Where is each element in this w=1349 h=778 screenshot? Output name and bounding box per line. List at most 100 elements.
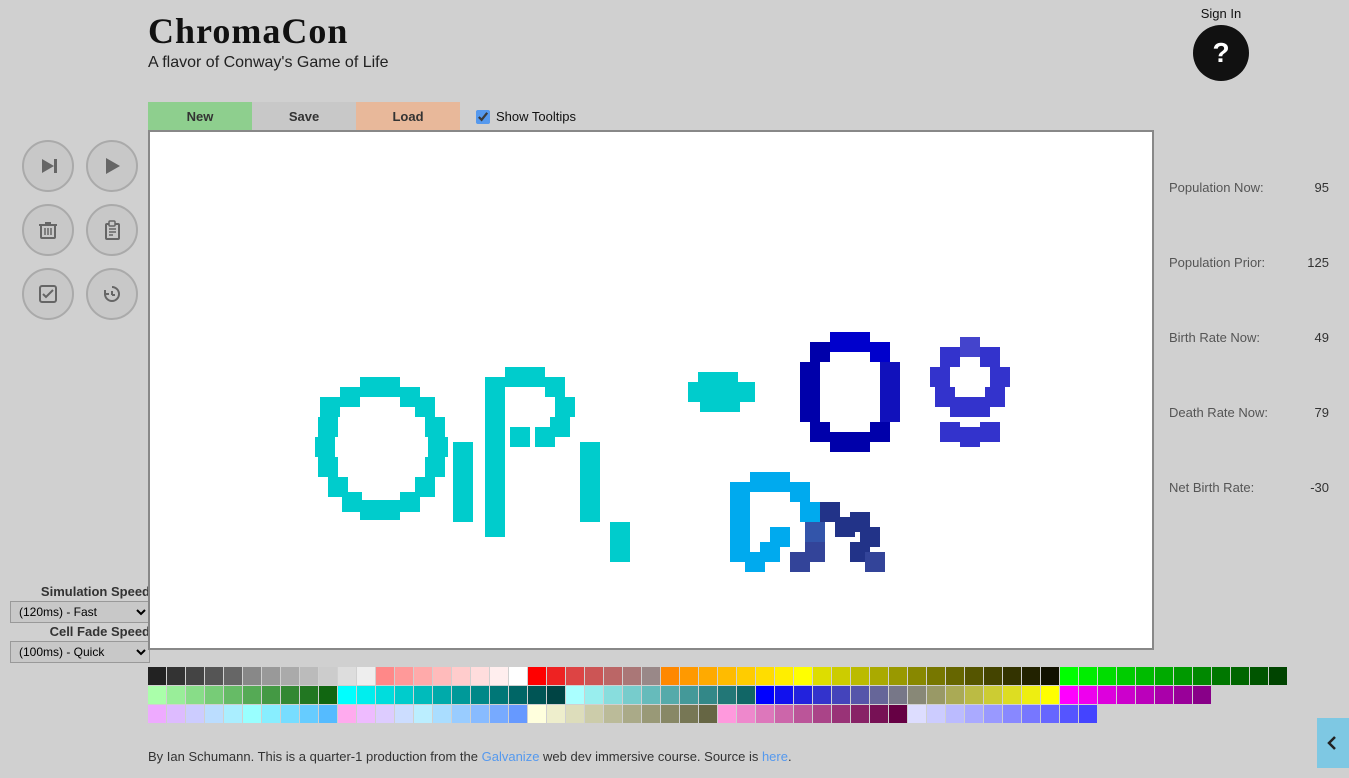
palette-cell[interactable] xyxy=(167,667,185,685)
paste-button[interactable] xyxy=(86,204,138,256)
palette-cell[interactable] xyxy=(395,667,413,685)
palette-cell[interactable] xyxy=(395,705,413,723)
palette-cell[interactable] xyxy=(1079,667,1097,685)
palette-cell[interactable] xyxy=(319,686,337,704)
palette-cell[interactable] xyxy=(718,705,736,723)
palette-cell[interactable] xyxy=(414,667,432,685)
palette-cell[interactable] xyxy=(338,705,356,723)
palette-cell[interactable] xyxy=(1041,705,1059,723)
palette-cell[interactable] xyxy=(1041,686,1059,704)
palette-cell[interactable] xyxy=(851,667,869,685)
palette-cell[interactable] xyxy=(490,705,508,723)
palette-cell[interactable] xyxy=(433,705,451,723)
palette-cell[interactable] xyxy=(832,705,850,723)
new-button[interactable]: New xyxy=(148,102,252,131)
palette-cell[interactable] xyxy=(224,705,242,723)
palette-cell[interactable] xyxy=(148,705,166,723)
palette-cell[interactable] xyxy=(262,686,280,704)
palette-cell[interactable] xyxy=(851,705,869,723)
palette-cell[interactable] xyxy=(813,667,831,685)
palette-cell[interactable] xyxy=(1022,705,1040,723)
palette-cell[interactable] xyxy=(604,686,622,704)
palette-cell[interactable] xyxy=(794,667,812,685)
palette-cell[interactable] xyxy=(623,686,641,704)
palette-cell[interactable] xyxy=(186,686,204,704)
palette-cell[interactable] xyxy=(927,705,945,723)
here-link[interactable]: here xyxy=(762,749,788,764)
palette-cell[interactable] xyxy=(1136,667,1154,685)
palette-cell[interactable] xyxy=(262,705,280,723)
palette-cell[interactable] xyxy=(528,705,546,723)
palette-cell[interactable] xyxy=(737,667,755,685)
palette-cell[interactable] xyxy=(1250,667,1268,685)
palette-cell[interactable] xyxy=(452,705,470,723)
palette-cell[interactable] xyxy=(509,667,527,685)
palette-cell[interactable] xyxy=(965,686,983,704)
palette-cell[interactable] xyxy=(851,686,869,704)
palette-cell[interactable] xyxy=(1098,686,1116,704)
palette-cell[interactable] xyxy=(262,667,280,685)
palette-cell[interactable] xyxy=(775,686,793,704)
palette-cell[interactable] xyxy=(699,667,717,685)
palette-cell[interactable] xyxy=(889,667,907,685)
palette-cell[interactable] xyxy=(148,667,166,685)
palette-cell[interactable] xyxy=(1117,667,1135,685)
palette-cell[interactable] xyxy=(1155,667,1173,685)
palette-cell[interactable] xyxy=(870,686,888,704)
palette-cell[interactable] xyxy=(1174,667,1192,685)
palette-cell[interactable] xyxy=(1041,667,1059,685)
palette-cell[interactable] xyxy=(338,667,356,685)
palette-cell[interactable] xyxy=(604,667,622,685)
palette-cell[interactable] xyxy=(1269,667,1287,685)
palette-cell[interactable] xyxy=(889,686,907,704)
palette-cell[interactable] xyxy=(528,686,546,704)
step-forward-button[interactable] xyxy=(22,140,74,192)
palette-cell[interactable] xyxy=(357,667,375,685)
palette-cell[interactable] xyxy=(813,686,831,704)
palette-cell[interactable] xyxy=(946,686,964,704)
expand-button[interactable] xyxy=(1317,718,1349,768)
palette-cell[interactable] xyxy=(642,686,660,704)
palette-cell[interactable] xyxy=(813,705,831,723)
palette-cell[interactable] xyxy=(1079,705,1097,723)
palette-cell[interactable] xyxy=(376,705,394,723)
palette-cell[interactable] xyxy=(167,705,185,723)
palette-cell[interactable] xyxy=(243,705,261,723)
palette-cell[interactable] xyxy=(471,667,489,685)
palette-cell[interactable] xyxy=(1060,705,1078,723)
palette-cell[interactable] xyxy=(984,667,1002,685)
palette-cell[interactable] xyxy=(433,667,451,685)
palette-cell[interactable] xyxy=(699,705,717,723)
palette-cell[interactable] xyxy=(490,686,508,704)
palette-cell[interactable] xyxy=(965,705,983,723)
palette-cell[interactable] xyxy=(414,686,432,704)
palette-cell[interactable] xyxy=(1193,686,1211,704)
palette-cell[interactable] xyxy=(1003,686,1021,704)
palette-cell[interactable] xyxy=(965,667,983,685)
palette-cell[interactable] xyxy=(281,686,299,704)
palette-cell[interactable] xyxy=(908,705,926,723)
palette-cell[interactable] xyxy=(908,667,926,685)
palette-cell[interactable] xyxy=(946,705,964,723)
palette-cell[interactable] xyxy=(908,686,926,704)
palette-cell[interactable] xyxy=(452,686,470,704)
save-button[interactable]: Save xyxy=(252,102,356,131)
palette-cell[interactable] xyxy=(1003,667,1021,685)
palette-cell[interactable] xyxy=(699,686,717,704)
palette-cell[interactable] xyxy=(756,705,774,723)
palette-cell[interactable] xyxy=(300,686,318,704)
palette-cell[interactable] xyxy=(1079,686,1097,704)
palette-cell[interactable] xyxy=(224,667,242,685)
palette-cell[interactable] xyxy=(927,667,945,685)
game-canvas[interactable] xyxy=(150,132,1152,648)
palette-cell[interactable] xyxy=(1174,686,1192,704)
palette-cell[interactable] xyxy=(338,686,356,704)
palette-cell[interactable] xyxy=(319,705,337,723)
show-tooltips-label[interactable]: Show Tooltips xyxy=(496,109,576,124)
palette-cell[interactable] xyxy=(623,667,641,685)
palette-cell[interactable] xyxy=(300,705,318,723)
palette-cell[interactable] xyxy=(756,667,774,685)
palette-cell[interactable] xyxy=(1003,705,1021,723)
galvanize-link[interactable]: Galvanize xyxy=(482,749,540,764)
palette-cell[interactable] xyxy=(623,705,641,723)
